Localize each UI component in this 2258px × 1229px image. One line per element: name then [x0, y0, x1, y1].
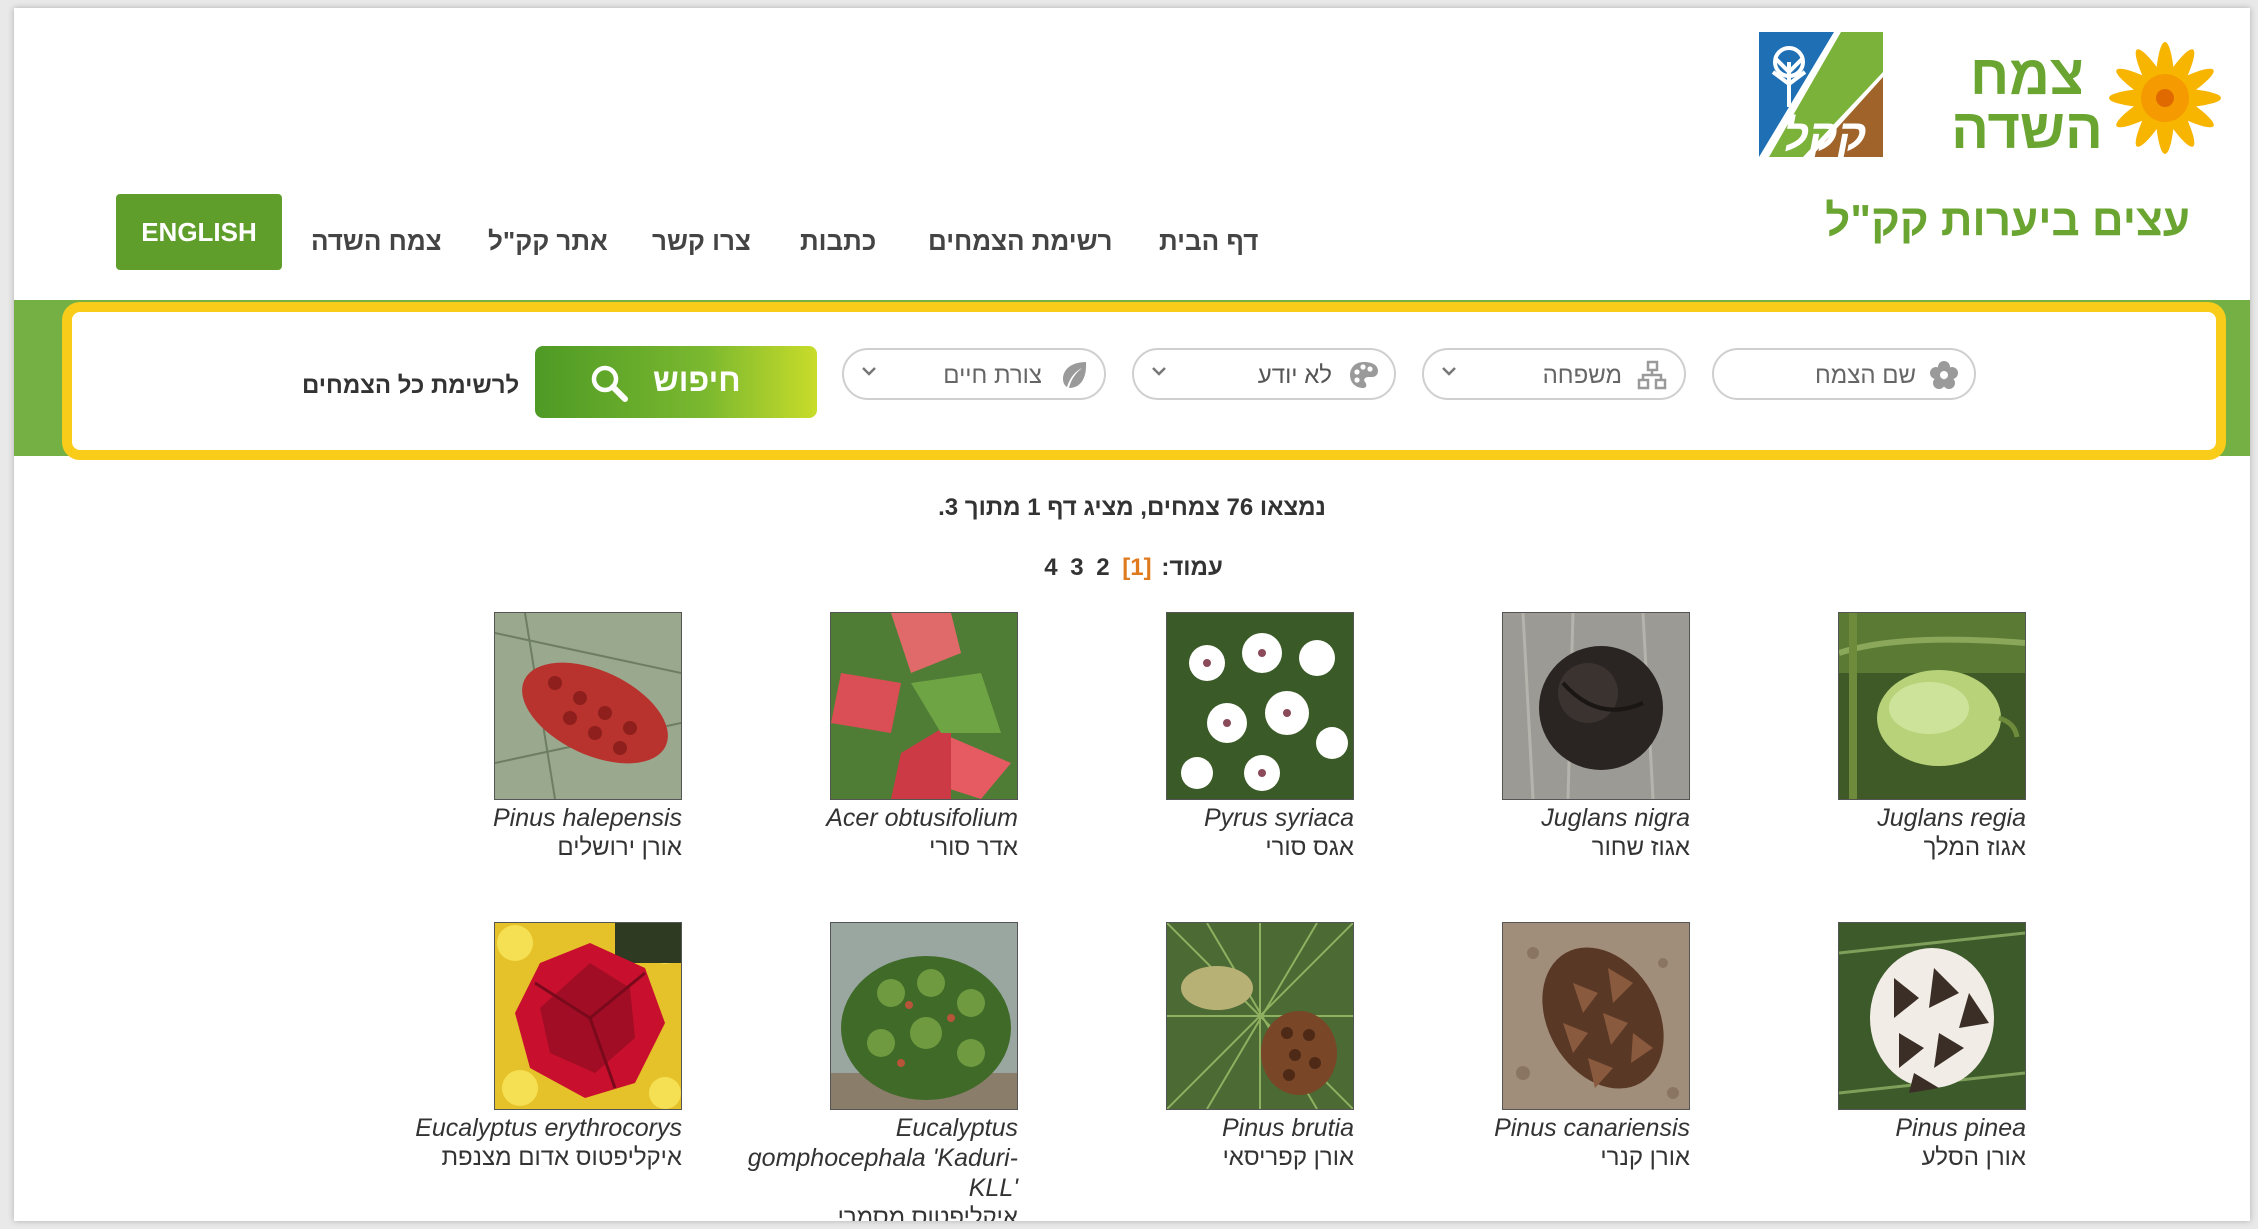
- search-button-label: חיפוש: [653, 362, 741, 398]
- scientific-name[interactable]: Juglans nigra: [1370, 803, 1690, 833]
- plant-photo[interactable]: [1838, 922, 2026, 1110]
- hebrew-name[interactable]: אורן קפריסאי: [1054, 1143, 1354, 1173]
- hebrew-name[interactable]: אורן ירושלים: [382, 833, 682, 863]
- life-form-select[interactable]: צורת חיים: [842, 348, 1106, 400]
- page-link-4[interactable]: 4: [1044, 554, 1057, 581]
- plant-card[interactable]: Juglans nigra אגוז שחור: [1420, 612, 1690, 872]
- plant-photo[interactable]: [494, 922, 682, 1110]
- family-placeholder: משפחה: [1542, 362, 1622, 389]
- scientific-name[interactable]: Pinus canariensis: [1370, 1113, 1690, 1143]
- nav-item-home[interactable]: דף הבית: [1159, 226, 1258, 257]
- scientific-name[interactable]: Pyrus syriaca: [1034, 803, 1354, 833]
- plant-card[interactable]: Pinus brutia אורן קפריסאי: [1084, 922, 1354, 1182]
- hebrew-name[interactable]: אדר סורי: [718, 833, 1018, 863]
- plant-card[interactable]: Pinus pinea אורן הסלע: [1756, 922, 2026, 1182]
- color-select[interactable]: לא יודע: [1132, 348, 1396, 400]
- results-summary: נמצאו 76 צמחים, מציג דף 1 מתוך 3.: [938, 494, 1326, 521]
- scientific-name[interactable]: Pinus brutia: [1034, 1113, 1354, 1143]
- plant-photo[interactable]: [1502, 612, 1690, 800]
- search-band: שם הצמח משפחה לא יודע צורת חיים חיפוש לר…: [14, 300, 2250, 460]
- leaf-icon: [1063, 362, 1087, 388]
- scientific-name[interactable]: Juglans regia: [1706, 803, 2026, 833]
- plant-name-placeholder: שם הצמח: [1814, 362, 1916, 389]
- plant-photo[interactable]: [1502, 922, 1690, 1110]
- chevron-down-icon: [862, 367, 876, 376]
- site-title: עצים ביערות קק"ל: [1825, 196, 2190, 245]
- plant-photo[interactable]: [494, 612, 682, 800]
- plant-photo[interactable]: [1166, 922, 1354, 1110]
- plant-photo[interactable]: [830, 922, 1018, 1110]
- scientific-name[interactable]: Eucalyptus erythrocorys: [362, 1113, 682, 1143]
- nav-item-contact[interactable]: צרו קשר: [652, 226, 751, 257]
- plant-photo[interactable]: [1838, 612, 2026, 800]
- main-nav: ENGLISH צמח השדה אתר קק"ל צרו קשר כתבות …: [14, 194, 1258, 270]
- scientific-name[interactable]: Pinus pinea: [1706, 1113, 2026, 1143]
- scientific-name[interactable]: Pinus halepensis: [362, 803, 682, 833]
- hebrew-name[interactable]: אורן קנרי: [1390, 1143, 1690, 1173]
- page-label: עמוד:: [1161, 554, 1223, 581]
- tzemah-hasadeh-logo[interactable]: צמח השדה: [1952, 36, 2222, 161]
- search-icon: [591, 365, 628, 402]
- pagination: עמוד: [1] 2 3 4: [14, 554, 2250, 582]
- hebrew-name[interactable]: אורן הסלע: [1726, 1143, 2026, 1173]
- scientific-name[interactable]: Eucalyptus gomphocephala 'Kaduri-KLL': [718, 1113, 1018, 1203]
- search-panel: שם הצמח משפחה לא יודע צורת חיים חיפוש לר…: [62, 302, 2226, 460]
- hebrew-name[interactable]: אגוז שחור: [1390, 833, 1690, 863]
- plant-name-input[interactable]: שם הצמח: [1712, 348, 1976, 400]
- hebrew-name[interactable]: איקליפטוס אדום מצנפת: [382, 1143, 682, 1173]
- plant-card[interactable]: Acer obtusifolium אדר סורי: [748, 612, 1018, 872]
- kkl-logo-text: קקל: [1784, 111, 1867, 157]
- hierarchy-icon: [1637, 360, 1667, 390]
- life-form-placeholder: צורת חיים: [943, 362, 1042, 389]
- plant-card[interactable]: Juglans regia אגוז המלך: [1756, 612, 2026, 872]
- chevron-down-icon: [1152, 367, 1166, 376]
- current-page: [1]: [1122, 554, 1152, 581]
- nav-item-kkl-site[interactable]: אתר קק"ל: [488, 226, 608, 257]
- sunflower-icon: [2109, 42, 2221, 154]
- scientific-name[interactable]: Acer obtusifolium: [698, 803, 1018, 833]
- all-plants-link[interactable]: לרשימת כל הצמחים: [302, 372, 519, 400]
- plant-card[interactable]: Pinus canariensis אורן קנרי: [1420, 922, 1690, 1182]
- kkl-logo[interactable]: קקל: [1759, 32, 1883, 157]
- flower-icon: [1930, 361, 1958, 389]
- page-link-3[interactable]: 3: [1070, 554, 1083, 581]
- plant-card[interactable]: Eucalyptus gomphocephala 'Kaduri-KLL' אי…: [748, 922, 1018, 1221]
- palette-icon: [1350, 362, 1378, 388]
- family-select[interactable]: משפחה: [1422, 348, 1686, 400]
- nav-item-plant-list[interactable]: רשימת הצמחים: [928, 226, 1113, 257]
- plant-photo[interactable]: [830, 612, 1018, 800]
- chevron-down-icon: [1442, 367, 1456, 376]
- plant-card[interactable]: Pinus halepensis אורן ירושלים: [412, 612, 682, 872]
- plant-card[interactable]: Pyrus syriaca אגס סורי: [1084, 612, 1354, 872]
- search-button[interactable]: חיפוש: [535, 346, 817, 418]
- page-link-2[interactable]: 2: [1096, 554, 1109, 581]
- color-value: לא יודע: [1257, 362, 1332, 389]
- plant-card[interactable]: Eucalyptus erythrocorys איקליפטוס אדום מ…: [412, 922, 682, 1182]
- plant-photo[interactable]: [1166, 612, 1354, 800]
- hebrew-name[interactable]: אגוז המלך: [1726, 833, 2026, 863]
- hebrew-name[interactable]: אגס סורי: [1054, 833, 1354, 863]
- logo-text-line2: השדה: [1952, 97, 2103, 160]
- hebrew-name[interactable]: איקליפטוס מסמרי 'כדורי-קק"ל': [718, 1203, 1018, 1221]
- nav-item-tzemah-hasadeh[interactable]: צמח השדה: [311, 226, 442, 257]
- english-button[interactable]: ENGLISH: [116, 194, 282, 270]
- page: צמח השדה קקל עצים ביערות קק"ל ENGLISH צמ…: [14, 8, 2250, 1221]
- nav-item-articles[interactable]: כתבות: [800, 226, 876, 257]
